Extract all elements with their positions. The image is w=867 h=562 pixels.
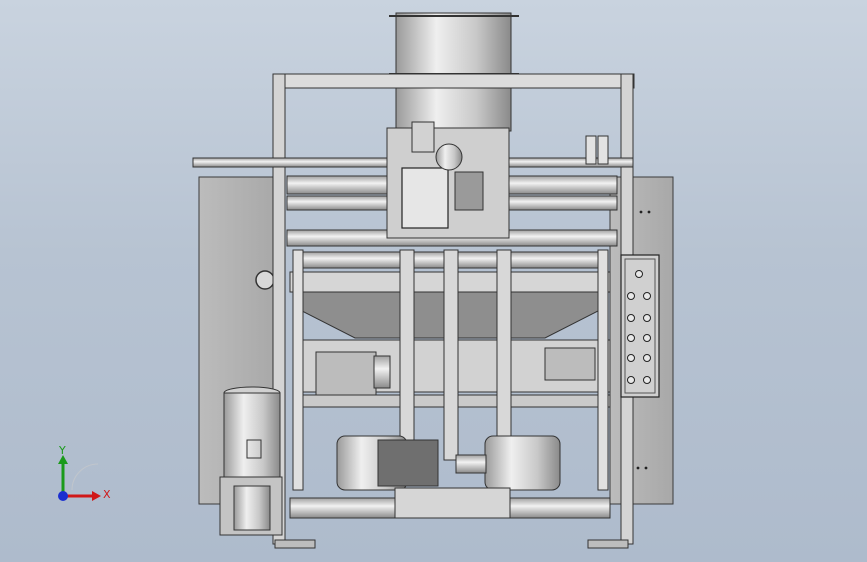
hopper-drum [395, 12, 512, 132]
machine-3d-model[interactable] [0, 0, 867, 562]
z-axis-dot [58, 491, 68, 501]
motor-right [484, 435, 561, 491]
left-panel-knob [255, 270, 275, 290]
y-axis-label: Y [59, 444, 66, 457]
cad-viewport[interactable]: Y X [0, 0, 867, 562]
vertical-motor [223, 392, 281, 478]
x-axis-label: X [103, 488, 111, 501]
top-frame [272, 73, 635, 89]
